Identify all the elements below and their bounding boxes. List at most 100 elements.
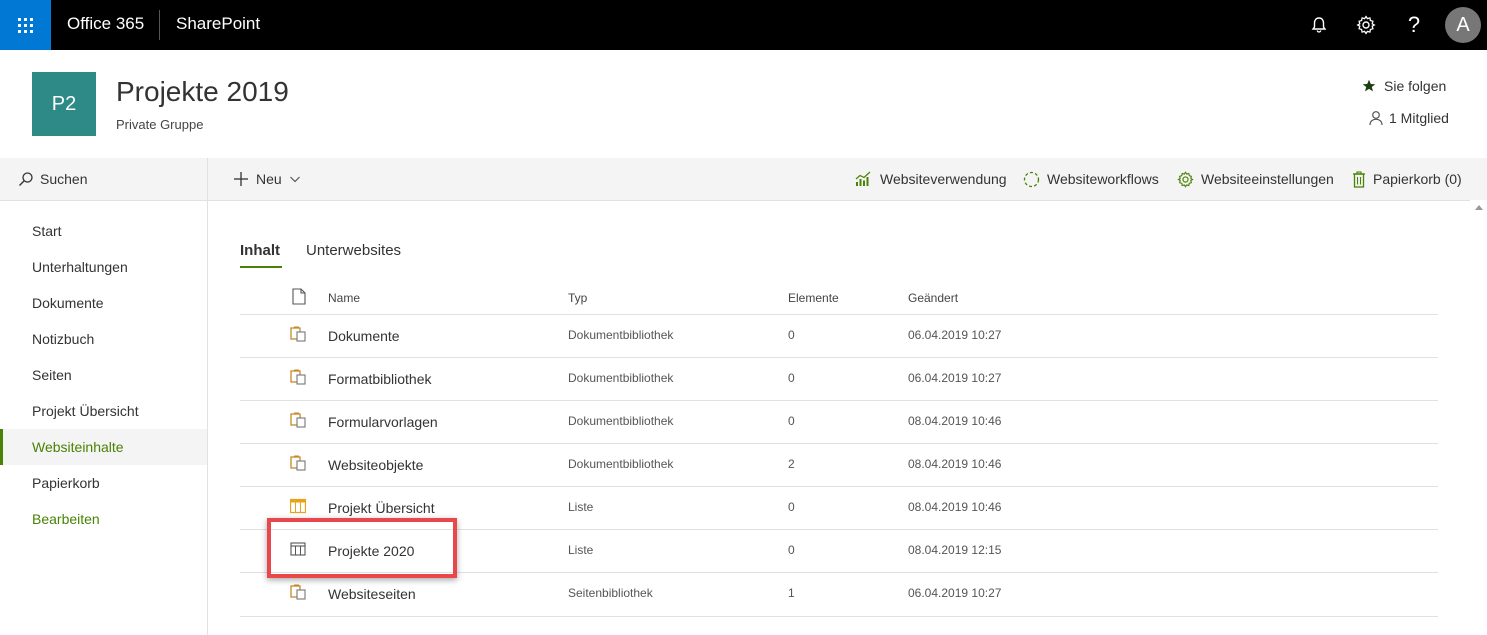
person-icon bbox=[1369, 111, 1383, 126]
library-icon bbox=[290, 412, 306, 428]
follow-label: Sie folgen bbox=[1384, 78, 1447, 94]
command-bar: Neu Websiteverwendung Websiteworkflows W… bbox=[208, 158, 1487, 201]
chevron-down-icon bbox=[289, 176, 300, 183]
trash-icon bbox=[1353, 170, 1365, 188]
recycle-bin-button[interactable]: Papierkorb (0) bbox=[1352, 158, 1462, 200]
row-modified: 08.04.2019 12:15 bbox=[908, 543, 1002, 557]
star-icon bbox=[1362, 79, 1376, 92]
row-modified: 06.04.2019 10:27 bbox=[908, 328, 1002, 342]
search-icon bbox=[19, 172, 33, 186]
new-button[interactable]: Neu bbox=[233, 158, 301, 200]
column-header-modified[interactable]: Geändert bbox=[908, 291, 958, 305]
settings-button[interactable] bbox=[1353, 12, 1379, 38]
row-type: Dokumentbibliothek bbox=[568, 414, 674, 428]
tab-content[interactable]: Inhalt bbox=[240, 242, 280, 259]
site-settings-button[interactable]: Websiteeinstellungen bbox=[1177, 158, 1334, 200]
row-modified: 08.04.2019 10:46 bbox=[908, 457, 1002, 471]
row-name[interactable]: Formularvorlagen bbox=[328, 414, 438, 430]
nav-item-project-overview[interactable]: Projekt Übersicht bbox=[0, 393, 207, 429]
site-usage-label: Websiteverwendung bbox=[880, 171, 1007, 187]
site-settings-label: Websiteeinstellungen bbox=[1201, 171, 1334, 187]
search-box[interactable]: Suchen bbox=[0, 158, 207, 201]
row-count: 0 bbox=[788, 500, 795, 514]
site-title[interactable]: Projekte 2019 bbox=[116, 76, 289, 108]
site-workflows-label: Websiteworkflows bbox=[1047, 171, 1159, 187]
nav-item-notebook[interactable]: Notizbuch bbox=[0, 321, 207, 357]
app-launcher-button[interactable] bbox=[0, 0, 51, 50]
waffle-icon bbox=[18, 17, 33, 33]
notifications-button[interactable] bbox=[1306, 12, 1332, 38]
nav-item-recycle-bin[interactable]: Papierkorb bbox=[0, 465, 207, 501]
document-type-icon bbox=[292, 288, 306, 305]
row-type: Liste bbox=[568, 543, 594, 557]
row-name[interactable]: Websiteseiten bbox=[328, 586, 416, 602]
brand-divider bbox=[159, 10, 160, 40]
row-count: 1 bbox=[788, 586, 795, 600]
tab-subsites[interactable]: Unterwebsites bbox=[306, 242, 401, 259]
row-modified: 06.04.2019 10:27 bbox=[908, 586, 1002, 600]
table-row[interactable]: Formatbibliothek Dokumentbibliothek 0 06… bbox=[240, 357, 1438, 401]
row-modified: 08.04.2019 10:46 bbox=[908, 414, 1002, 428]
question-mark-icon: ? bbox=[1407, 12, 1421, 37]
row-name[interactable]: Dokumente bbox=[328, 328, 400, 344]
new-label: Neu bbox=[256, 171, 282, 187]
row-type: Dokumentbibliothek bbox=[568, 328, 674, 342]
row-count: 0 bbox=[788, 414, 795, 428]
bell-icon bbox=[1311, 17, 1327, 33]
row-type: Seitenbibliothek bbox=[568, 586, 653, 600]
site-privacy-label: Private Gruppe bbox=[116, 117, 204, 132]
site-usage-button[interactable]: Websiteverwendung bbox=[855, 158, 1007, 200]
nav-edit-link[interactable]: Bearbeiten bbox=[0, 501, 207, 537]
row-modified: 08.04.2019 10:46 bbox=[908, 500, 1002, 514]
office-365-link[interactable]: Office 365 bbox=[67, 14, 144, 34]
help-button[interactable]: ? bbox=[1401, 12, 1427, 38]
nav-item-start[interactable]: Start bbox=[0, 213, 207, 249]
search-placeholder: Suchen bbox=[40, 171, 88, 187]
site-logo[interactable]: P2 bbox=[32, 72, 96, 136]
row-type: Dokumentbibliothek bbox=[568, 371, 674, 385]
workflow-icon bbox=[1023, 171, 1040, 187]
scroll-up-arrow[interactable] bbox=[1475, 205, 1483, 210]
site-header: P2 Projekte 2019 Private Gruppe Sie folg… bbox=[0, 50, 1487, 159]
chart-icon bbox=[855, 171, 871, 186]
library-icon bbox=[290, 369, 306, 385]
plus-icon bbox=[234, 172, 248, 186]
library-icon bbox=[290, 455, 306, 471]
list-icon bbox=[290, 498, 306, 514]
table-row[interactable]: Formularvorlagen Dokumentbibliothek 0 08… bbox=[240, 400, 1438, 444]
table-row[interactable]: Dokumente Dokumentbibliothek 0 06.04.201… bbox=[240, 314, 1438, 358]
follow-button[interactable]: Sie folgen bbox=[1362, 78, 1446, 94]
nav-item-site-contents[interactable]: Websiteinhalte bbox=[0, 429, 207, 465]
column-header-name[interactable]: Name bbox=[328, 291, 360, 305]
nav-item-documents[interactable]: Dokumente bbox=[0, 285, 207, 321]
row-modified: 06.04.2019 10:27 bbox=[908, 371, 1002, 385]
nav-item-pages[interactable]: Seiten bbox=[0, 357, 207, 393]
row-name[interactable]: Projekt Übersicht bbox=[328, 500, 435, 516]
sharepoint-link[interactable]: SharePoint bbox=[176, 14, 260, 34]
gear-icon bbox=[1356, 15, 1376, 35]
site-workflows-button[interactable]: Websiteworkflows bbox=[1023, 158, 1159, 200]
row-count: 0 bbox=[788, 543, 795, 557]
recycle-bin-label: Papierkorb (0) bbox=[1373, 171, 1462, 187]
library-icon bbox=[290, 326, 306, 342]
row-count: 0 bbox=[788, 371, 795, 385]
members-button[interactable]: 1 Mitglied bbox=[1368, 110, 1449, 126]
suite-bar: Office 365 SharePoint ? A bbox=[0, 0, 1487, 50]
active-tab-indicator bbox=[240, 266, 282, 268]
members-label: 1 Mitglied bbox=[1389, 110, 1449, 126]
row-count: 2 bbox=[788, 457, 795, 471]
row-name[interactable]: Formatbibliothek bbox=[328, 371, 432, 387]
library-icon bbox=[290, 584, 306, 600]
row-name[interactable]: Websiteobjekte bbox=[328, 457, 423, 473]
user-avatar[interactable]: A bbox=[1445, 7, 1481, 43]
row-count: 0 bbox=[788, 328, 795, 342]
column-header-type[interactable]: Typ bbox=[568, 291, 587, 305]
nav-item-conversations[interactable]: Unterhaltungen bbox=[0, 249, 207, 285]
table-row[interactable]: Websiteseiten Seitenbibliothek 1 06.04.2… bbox=[240, 572, 1438, 617]
highlight-annotation bbox=[267, 518, 457, 578]
row-type: Liste bbox=[568, 500, 594, 514]
gear-icon bbox=[1177, 170, 1194, 188]
column-header-items[interactable]: Elemente bbox=[788, 291, 839, 305]
scrollbar[interactable] bbox=[1470, 200, 1487, 635]
table-row[interactable]: Websiteobjekte Dokumentbibliothek 2 08.0… bbox=[240, 443, 1438, 487]
